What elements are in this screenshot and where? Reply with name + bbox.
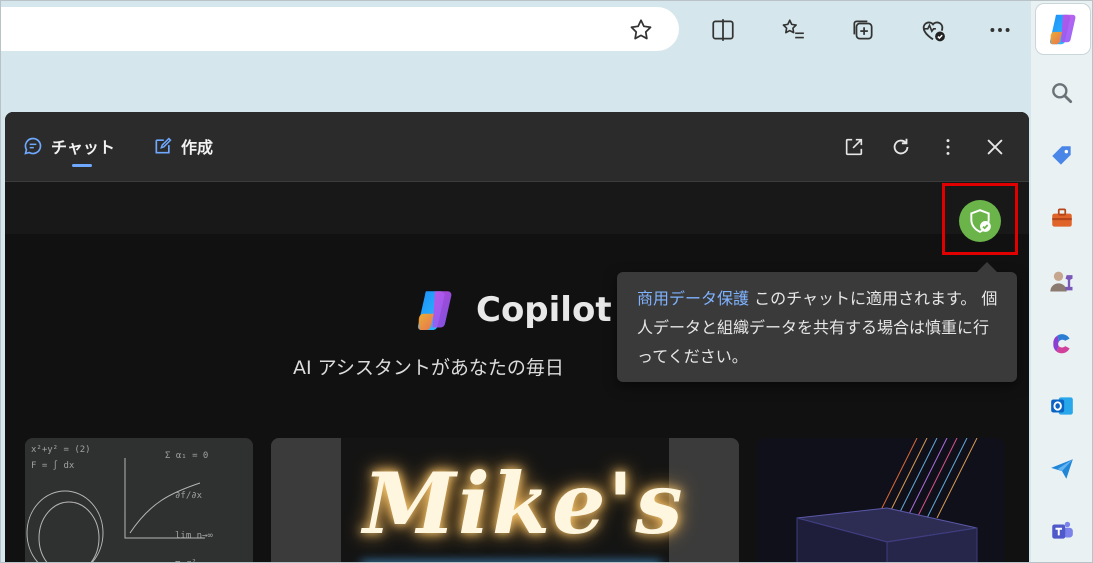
- svg-text:lim n→∞: lim n→∞: [175, 531, 214, 541]
- copilot-pane: チャット 作成 Copilot AI アシスタントがあなたの毎日 x²+y² =…: [5, 112, 1029, 563]
- card-data[interactable]: [757, 438, 1005, 562]
- subtitle: AI アシスタントがあなたの毎日: [293, 357, 564, 379]
- tab-compose-label: 作成: [181, 138, 214, 157]
- browser-toolbar: [1, 1, 1031, 59]
- copilot-sidebar-button[interactable]: [1036, 4, 1090, 54]
- card-math[interactable]: x²+y² = (2) Σ α₁ = 0 F = ∫ dx ∂f/∂x lim n→…: [25, 438, 253, 563]
- copilot-logo-icon: [1049, 14, 1076, 45]
- highlight-box: [942, 183, 1018, 255]
- svg-text:π r²: π r²: [175, 559, 197, 563]
- edge-sidebar: [1031, 1, 1092, 562]
- svg-text:Σ α₁ = 0: Σ α₁ = 0: [165, 451, 208, 461]
- tab-chat[interactable]: チャット: [23, 134, 115, 158]
- address-bar[interactable]: [1, 7, 679, 51]
- open-new-tab-icon[interactable]: [839, 132, 869, 162]
- browser-window: チャット 作成 Copilot AI アシスタントがあなたの毎日 x²+y² =…: [0, 0, 1093, 563]
- svg-text:F = ∫ dx: F = ∫ dx: [31, 460, 75, 471]
- outlook-icon[interactable]: [1045, 389, 1079, 423]
- data-protection-button[interactable]: [959, 200, 1001, 242]
- card-neon[interactable]: Mike's: [271, 438, 739, 562]
- more-options-icon[interactable]: [983, 13, 1017, 47]
- refresh-icon[interactable]: [886, 132, 916, 162]
- brand-title: Copilot: [476, 290, 612, 330]
- tab-compose[interactable]: 作成: [153, 134, 213, 158]
- commercial-data-protection-link[interactable]: 商用データ保護: [637, 289, 749, 308]
- server-art-image: [757, 438, 1005, 562]
- data-protection-tooltip: 商用データ保護 このチャットに適用されます。 個人データと組織データを共有する場…: [617, 262, 1017, 382]
- copilot-header: チャット 作成: [5, 112, 1029, 182]
- search-icon[interactable]: [1045, 76, 1079, 110]
- microsoft365-icon[interactable]: [1045, 327, 1079, 361]
- shopping-tag-icon[interactable]: [1045, 139, 1079, 173]
- split-screen-icon[interactable]: [706, 13, 740, 47]
- teams-icon[interactable]: [1045, 514, 1079, 548]
- more-vertical-icon[interactable]: [933, 132, 963, 162]
- chat-bubble-icon: [24, 137, 42, 155]
- neon-sign-text: Mike's: [363, 454, 685, 553]
- browser-essentials-icon[interactable]: [916, 13, 950, 47]
- favorites-list-icon[interactable]: [776, 13, 810, 47]
- tooltip-text: 商用データ保護 このチャットに適用されます。 個人データと組織データを共有する場…: [637, 284, 999, 371]
- close-icon[interactable]: [980, 132, 1010, 162]
- drop-send-icon[interactable]: [1045, 452, 1079, 486]
- tab-chat-label: チャット: [51, 138, 115, 157]
- shield-check-icon: [970, 209, 991, 233]
- chalkboard-image: x²+y² = (2) Σ α₁ = 0 F = ∫ dx ∂f/∂x lim n→…: [25, 438, 253, 563]
- svg-text:x²+y² = (2): x²+y² = (2): [31, 445, 91, 455]
- compose-pencil-icon: [155, 137, 172, 154]
- active-tab-indicator: [72, 164, 92, 167]
- top-band: [5, 182, 1029, 234]
- copilot-brand: Copilot: [410, 285, 612, 335]
- favorite-star-icon[interactable]: [624, 13, 658, 47]
- copilot-logo-icon: [417, 291, 452, 330]
- tools-toolbox-icon[interactable]: [1045, 201, 1079, 235]
- collections-icon[interactable]: [846, 13, 880, 47]
- svg-text:∂f/∂x: ∂f/∂x: [175, 491, 203, 501]
- games-icon[interactable]: [1045, 264, 1079, 298]
